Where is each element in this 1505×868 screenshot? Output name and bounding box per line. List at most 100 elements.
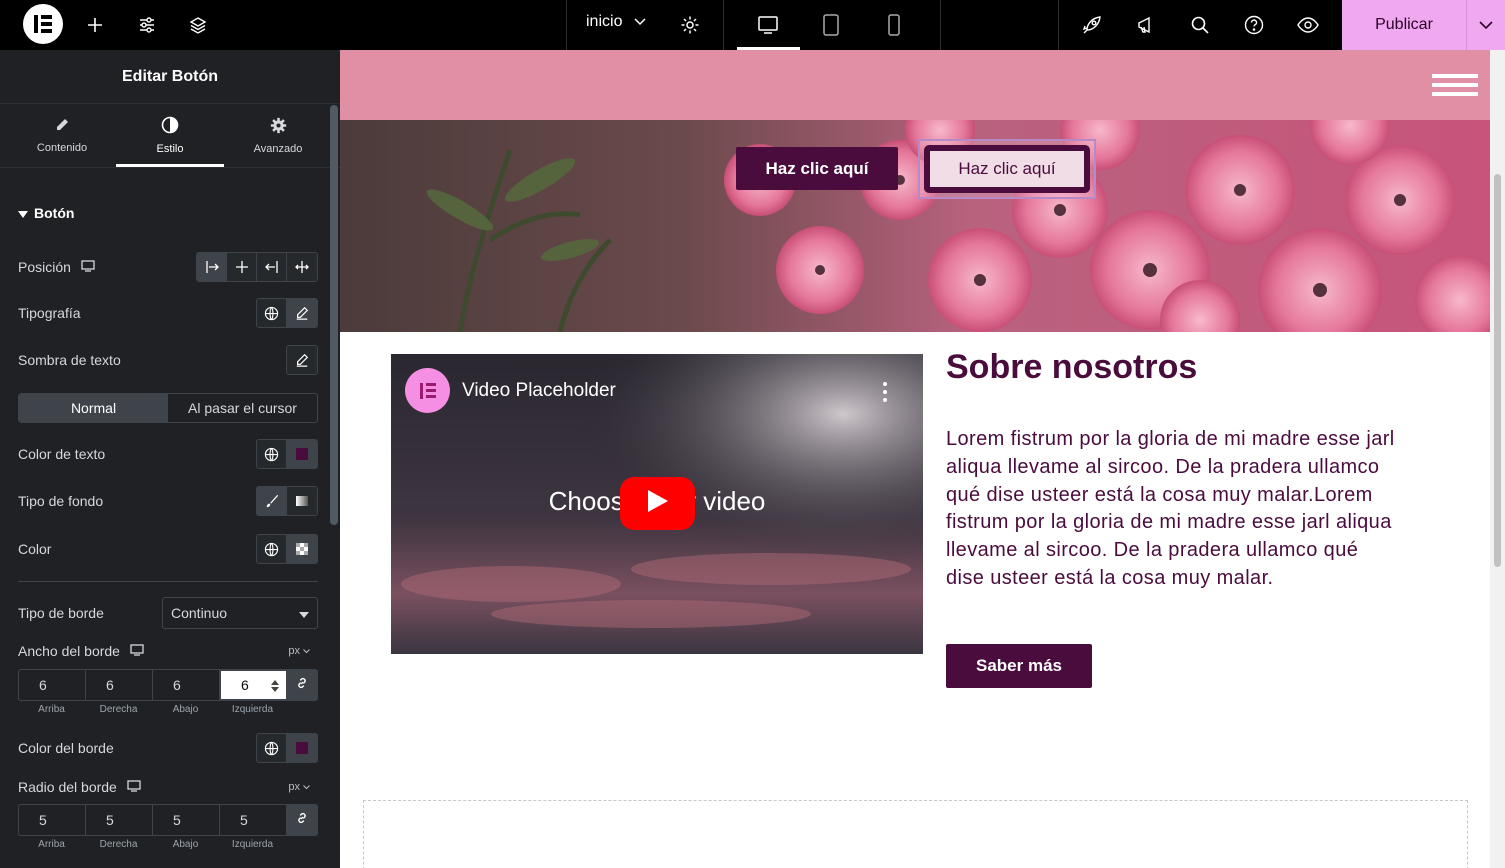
- typography-control-group: [256, 298, 318, 328]
- page-selector[interactable]: inicio: [586, 13, 646, 31]
- border-width-left-value: 6: [241, 677, 249, 693]
- text-color-label: Color de texto: [18, 446, 106, 462]
- gradient-icon[interactable]: [287, 487, 317, 515]
- search-icon[interactable]: [1185, 10, 1215, 40]
- text-shadow-control-group: [286, 345, 318, 375]
- panel-scrollbar[interactable]: [330, 105, 338, 525]
- hero-outline-button-label: Haz clic aquí: [924, 145, 1090, 193]
- border-radius-dim-labels: Arriba Derecha Abajo Izquierda: [18, 839, 286, 850]
- hero-outline-button-selected[interactable]: Haz clic aquí: [918, 139, 1096, 199]
- desktop-icon[interactable]: [753, 10, 783, 40]
- more-options-icon[interactable]: [883, 382, 887, 402]
- divider: [18, 581, 318, 582]
- publish-button[interactable]: Publicar: [1342, 0, 1466, 50]
- unit-select[interactable]: px: [288, 645, 310, 657]
- text-shadow-row: Sombra de texto: [18, 345, 318, 375]
- learn-more-button[interactable]: Saber más: [946, 644, 1092, 688]
- globe-icon[interactable]: [257, 299, 287, 327]
- add-icon[interactable]: [80, 10, 110, 40]
- brush-icon[interactable]: [257, 487, 287, 515]
- site-header: [340, 50, 1490, 120]
- border-color-swatch[interactable]: [287, 734, 317, 762]
- border-width-left-input[interactable]: 6: [220, 670, 287, 700]
- eye-icon[interactable]: [1293, 10, 1323, 40]
- tab-content[interactable]: Contenido: [8, 104, 116, 167]
- border-width-right-input[interactable]: 6: [86, 670, 153, 700]
- edit-pencil-icon[interactable]: [287, 299, 317, 327]
- transparent-swatch-icon[interactable]: [287, 535, 317, 563]
- border-type-select[interactable]: Continuo: [162, 597, 318, 629]
- position-row: Posición: [18, 252, 318, 282]
- video-placeholder[interactable]: Video Placeholder Choose your video: [391, 354, 923, 654]
- about-title: Sobre nosotros: [946, 348, 1198, 386]
- play-button[interactable]: [620, 477, 695, 530]
- globe-icon[interactable]: [257, 440, 287, 468]
- desktop-icon[interactable]: [130, 643, 144, 659]
- link-values-button[interactable]: [287, 805, 317, 835]
- number-spinner-icon[interactable]: [270, 679, 280, 696]
- section-title: Botón: [34, 205, 75, 221]
- align-start-icon[interactable]: [197, 253, 227, 281]
- globe-icon[interactable]: [257, 734, 287, 762]
- caret-down-icon: [299, 605, 309, 621]
- border-radius-label: Radio del borde: [18, 779, 117, 795]
- align-center-icon[interactable]: [227, 253, 257, 281]
- desktop-icon[interactable]: [127, 779, 141, 795]
- align-stretch-icon[interactable]: [287, 253, 317, 281]
- border-radius-bottom-input[interactable]: 5: [153, 805, 220, 835]
- link-values-button[interactable]: [287, 670, 317, 700]
- color-row: Color: [18, 534, 318, 564]
- hero-primary-button[interactable]: Haz clic aquí: [736, 147, 898, 190]
- elementor-logo-icon: [405, 368, 450, 413]
- settings-sliders-icon[interactable]: [132, 10, 162, 40]
- dim-label-right: Derecha: [99, 704, 138, 715]
- border-width-dim-labels: Arriba Derecha Abajo Izquierda: [18, 704, 286, 715]
- publish-options-button[interactable]: [1466, 0, 1505, 50]
- help-icon[interactable]: [1239, 10, 1269, 40]
- border-color-row: Color del borde: [18, 733, 318, 763]
- tablet-icon[interactable]: [816, 10, 846, 40]
- mobile-icon[interactable]: [879, 10, 909, 40]
- color-control-group: [256, 534, 318, 564]
- bg-type-label: Tipo de fondo: [18, 493, 104, 509]
- panel-tabs: Contenido Estilo Avanzado: [0, 104, 340, 168]
- hamburger-menu-icon[interactable]: [1432, 74, 1478, 96]
- section-toggle-button[interactable]: Botón: [18, 205, 74, 221]
- tab-advanced[interactable]: Avanzado: [224, 104, 332, 167]
- tab-normal[interactable]: Normal: [19, 394, 168, 422]
- chevron-down-icon: [303, 645, 310, 657]
- text-color-swatch[interactable]: [287, 440, 317, 468]
- globe-icon[interactable]: [257, 535, 287, 563]
- video-title: Video Placeholder: [462, 379, 616, 401]
- tab-style[interactable]: Estilo: [116, 104, 224, 167]
- border-width-top-input[interactable]: 6: [19, 670, 86, 700]
- page-name: inicio: [586, 13, 623, 30]
- megaphone-icon[interactable]: [1131, 10, 1161, 40]
- position-control-group: [196, 252, 318, 282]
- border-radius-left-input[interactable]: 5: [220, 805, 287, 835]
- pencil-icon: [54, 117, 70, 136]
- elementor-logo-icon[interactable]: [23, 4, 63, 44]
- desktop-icon[interactable]: [81, 259, 95, 275]
- border-radius-top-input[interactable]: 5: [19, 805, 86, 835]
- page-scrollbar[interactable]: [1490, 50, 1505, 868]
- color-label: Color: [18, 541, 52, 557]
- border-type-label: Tipo de borde: [18, 605, 104, 621]
- layers-icon[interactable]: [183, 10, 213, 40]
- gear-icon[interactable]: [675, 10, 705, 40]
- rocket-icon[interactable]: [1077, 10, 1107, 40]
- tab-hover[interactable]: Al pasar el cursor: [168, 394, 317, 422]
- unit-select[interactable]: px: [288, 781, 310, 793]
- unit-label: px: [288, 645, 300, 657]
- align-end-icon[interactable]: [257, 253, 287, 281]
- add-section-dropzone[interactable]: [363, 800, 1468, 868]
- chevron-down-icon: [1479, 16, 1493, 34]
- border-width-bottom-input[interactable]: 6: [153, 670, 220, 700]
- play-icon: [647, 489, 669, 518]
- editor-panel: Editar Botón Contenido Estilo Avanzado B…: [0, 50, 340, 868]
- gear-icon: [270, 117, 287, 137]
- edit-pencil-icon[interactable]: [287, 346, 317, 374]
- border-radius-right-input[interactable]: 5: [86, 805, 153, 835]
- dim-label-bottom: Abajo: [172, 704, 199, 715]
- page-scrollbar-thumb[interactable]: [1494, 174, 1501, 567]
